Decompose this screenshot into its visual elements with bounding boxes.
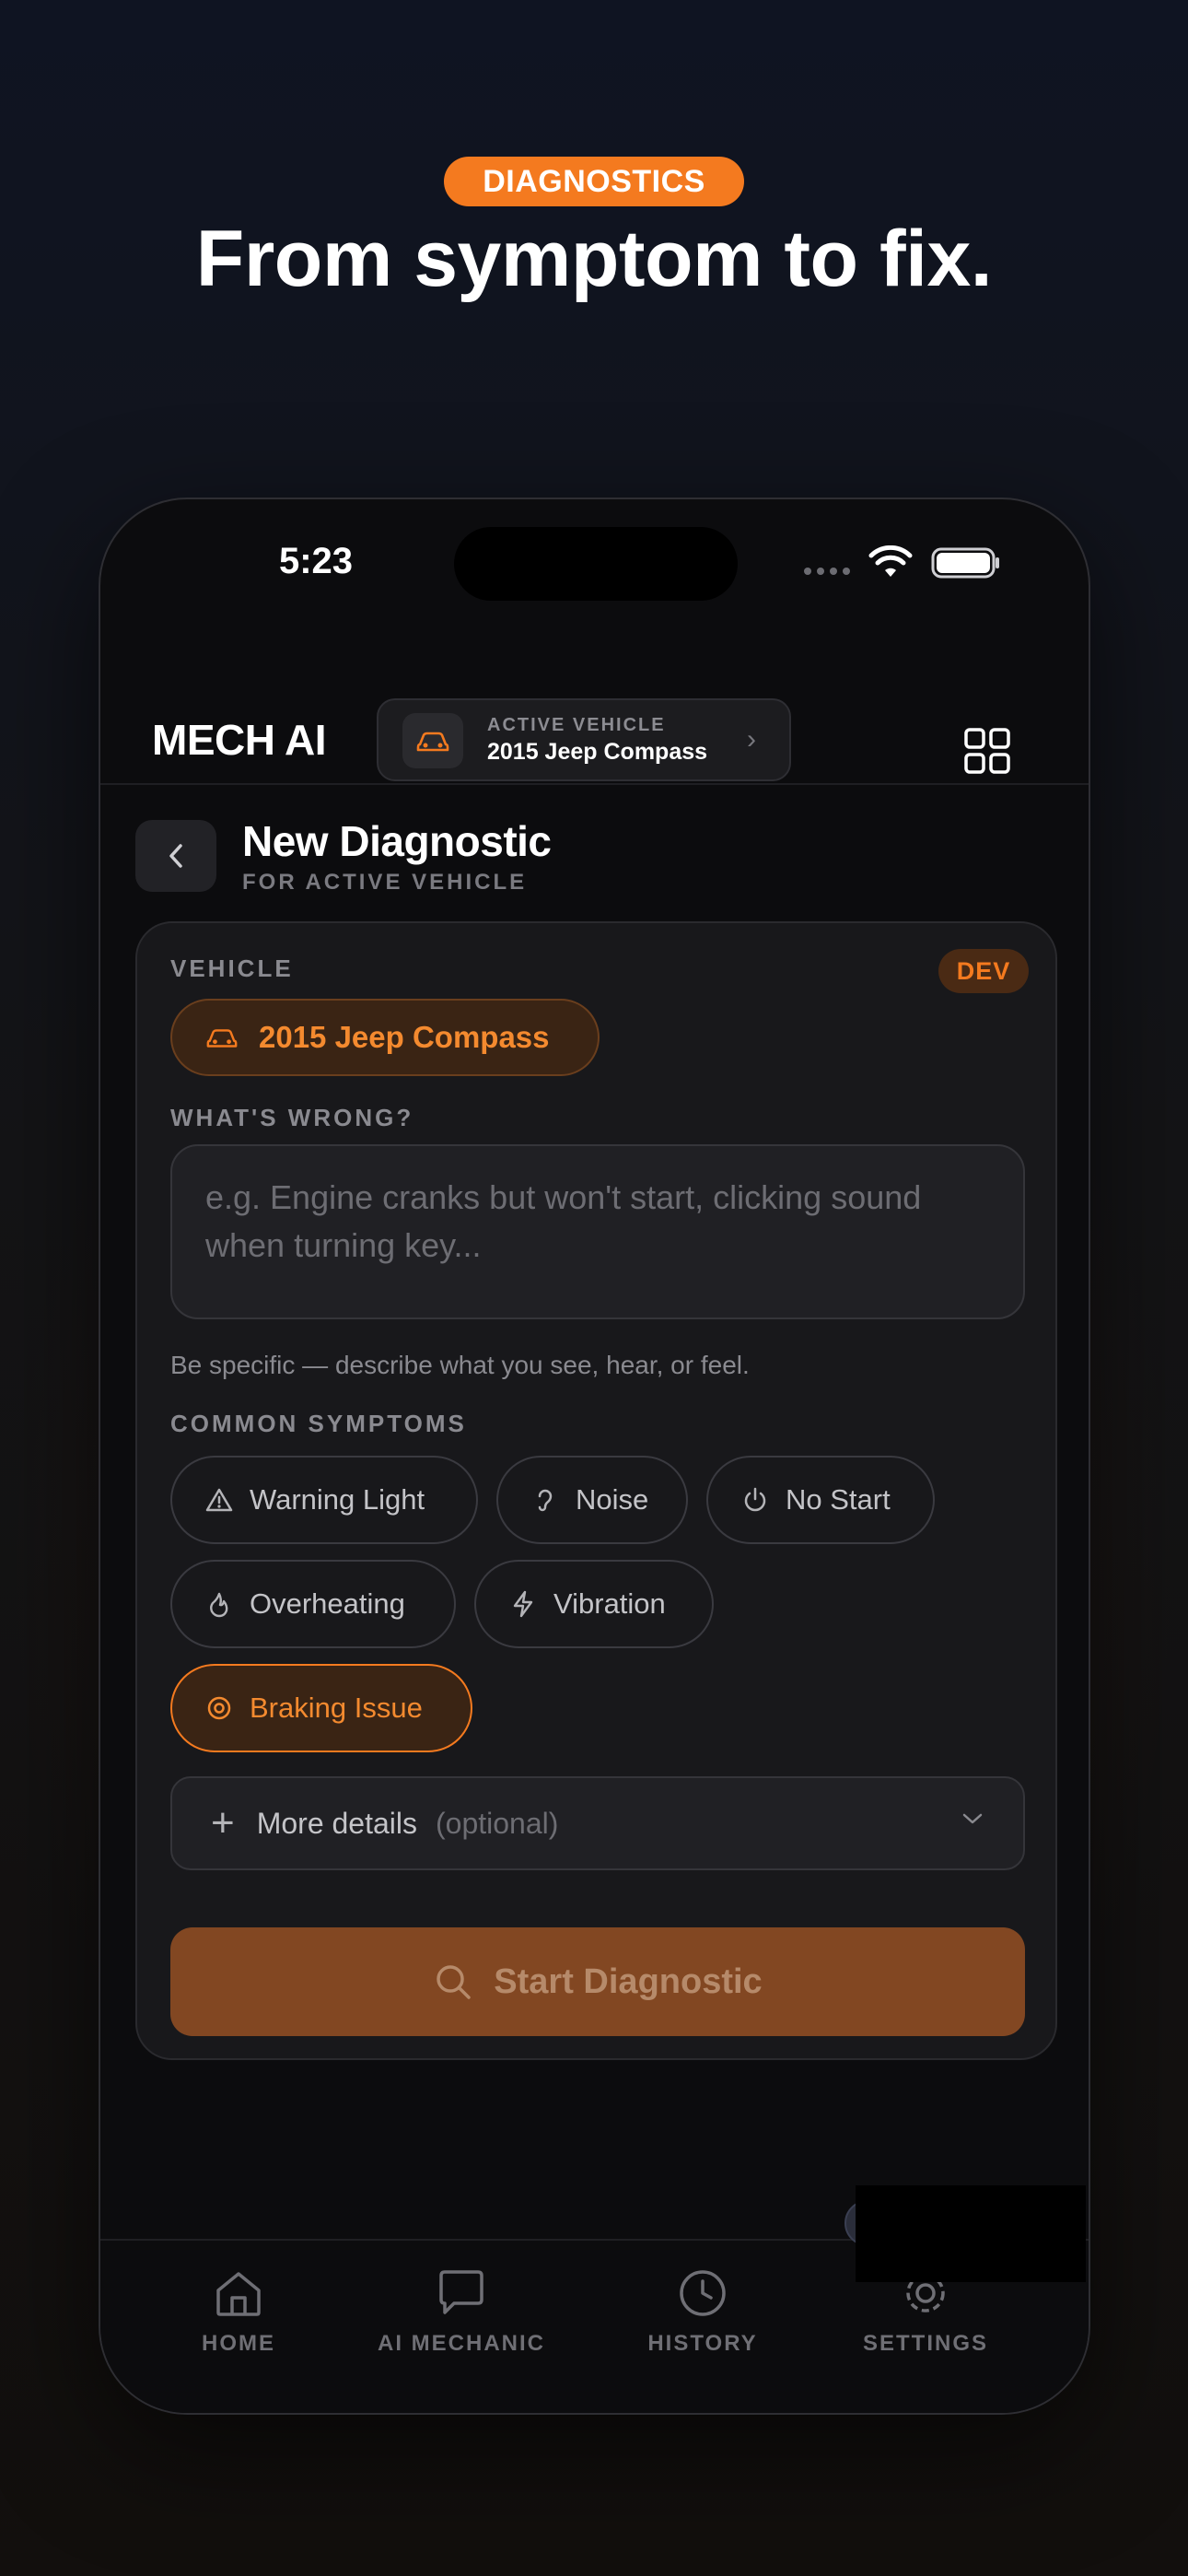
more-details-optional: (optional) xyxy=(436,1806,559,1840)
dynamic-island xyxy=(454,527,738,601)
symptom-chip-no-start[interactable]: No Start xyxy=(706,1456,935,1544)
active-vehicle-selector[interactable]: ACTIVE VEHICLE 2015 Jeep Compass › xyxy=(377,698,791,781)
section-badge: DIAGNOSTICS xyxy=(444,157,744,206)
symptom-chip-overheating[interactable]: Overheating xyxy=(170,1560,456,1648)
symptom-label: No Start xyxy=(786,1483,891,1516)
back-button[interactable] xyxy=(135,820,216,892)
symptom-label: Warning Light xyxy=(250,1483,425,1516)
selected-vehicle-chip[interactable]: 2015 Jeep Compass xyxy=(170,999,600,1076)
tab-ai-mechanic[interactable]: AI MECHANIC xyxy=(360,2268,563,2357)
grid-icon[interactable] xyxy=(964,728,1010,774)
clock-icon xyxy=(680,2270,726,2316)
symptoms-section-label: COMMON SYMPTOMS xyxy=(170,1410,467,1437)
problem-description-input[interactable]: e.g. Engine cranks but won't start, clic… xyxy=(170,1144,1025,1319)
home-icon xyxy=(216,2272,261,2316)
active-vehicle-name: 2015 Jeep Compass xyxy=(487,739,708,765)
chevron-down-icon xyxy=(962,1813,983,1824)
ear-icon xyxy=(531,1486,559,1514)
hero-title: From symptom to fix. xyxy=(195,215,993,303)
car-icon xyxy=(402,713,463,768)
chat-bubble-icon xyxy=(439,2270,483,2314)
brake-disc-icon xyxy=(205,1694,233,1722)
page-title: New Diagnostic xyxy=(242,817,552,865)
symptom-chip-warning-light[interactable]: Warning Light xyxy=(170,1456,478,1544)
tab-label: SETTINGS xyxy=(862,2331,988,2356)
selected-vehicle-name: 2015 Jeep Compass xyxy=(259,1020,550,1054)
more-details-toggle[interactable]: + More details (optional) xyxy=(170,1776,1025,1870)
power-icon xyxy=(741,1486,769,1514)
tab-label: HISTORY xyxy=(647,2331,758,2356)
tab-label: AI MECHANIC xyxy=(378,2331,545,2356)
symptom-label: Braking Issue xyxy=(250,1692,423,1724)
tab-label: HOME xyxy=(202,2331,275,2356)
dev-badge: DEV xyxy=(938,949,1029,993)
symptom-label: Overheating xyxy=(250,1587,405,1620)
vehicle-section-label: VEHICLE xyxy=(170,954,294,982)
more-details-label: More details xyxy=(256,1806,417,1840)
chevron-left-icon xyxy=(169,844,182,868)
search-icon xyxy=(437,1965,472,1999)
battery-icon xyxy=(931,547,999,579)
start-diagnostic-label: Start Diagnostic xyxy=(494,1961,763,2001)
symptom-label: Noise xyxy=(576,1483,649,1516)
problem-hint: Be specific — describe what you see, hea… xyxy=(170,1351,750,1379)
car-icon xyxy=(206,1029,238,1048)
warning-triangle-icon xyxy=(205,1486,233,1514)
start-diagnostic-button[interactable]: Start Diagnostic xyxy=(170,1927,1025,2036)
debug-overlay-panel xyxy=(856,2185,1086,2282)
problem-section-label: WHAT'S WRONG? xyxy=(170,1104,414,1131)
wifi-icon xyxy=(868,545,913,577)
tab-home[interactable]: HOME xyxy=(137,2268,340,2357)
symptom-chip-braking-issue[interactable]: Braking Issue xyxy=(170,1664,472,1752)
chevron-right-icon: › xyxy=(747,724,756,755)
app-header: MECH AI ACTIVE VEHICLE 2015 Jeep Compass… xyxy=(100,656,1089,785)
phone-frame: 5:23 MECH AI ACTIVE VEHICLE 2015 Jeep Co… xyxy=(99,498,1090,2415)
active-vehicle-label: ACTIVE VEHICLE xyxy=(487,715,666,735)
plus-icon: + xyxy=(211,1800,235,1845)
page-subtitle: FOR ACTIVE VEHICLE xyxy=(242,870,528,895)
signal-icon xyxy=(804,568,850,575)
tab-history[interactable]: HISTORY xyxy=(601,2268,804,2357)
symptom-chip-vibration[interactable]: Vibration xyxy=(474,1560,714,1648)
symptom-label: Vibration xyxy=(553,1587,666,1620)
status-time: 5:23 xyxy=(278,541,354,581)
lightning-icon xyxy=(509,1590,537,1618)
diagnostic-form-card: VEHICLE DEV 2015 Jeep Compass WHAT'S WRO… xyxy=(135,921,1057,2060)
symptom-chip-noise[interactable]: Noise xyxy=(496,1456,688,1544)
app-logo: MECH AI xyxy=(152,716,327,764)
flame-icon xyxy=(205,1590,233,1618)
